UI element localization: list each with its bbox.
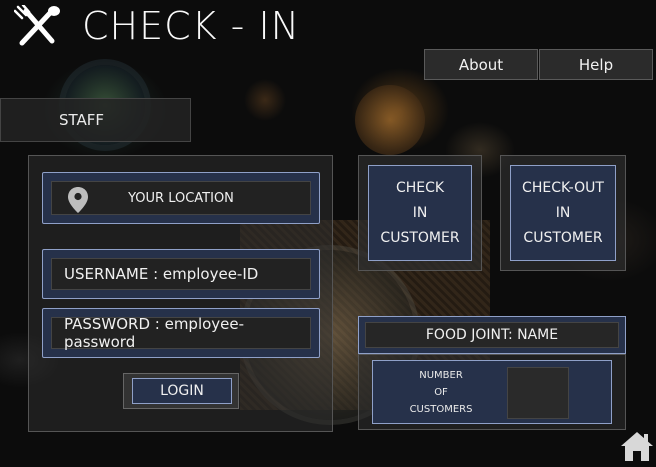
- check-out-line-1: CHECK-OUT: [522, 179, 604, 196]
- home-icon[interactable]: [620, 429, 654, 463]
- count-label-line-1: NUMBER: [419, 370, 463, 381]
- food-joint-name-label: FOOD JOINT: NAME: [365, 322, 619, 348]
- check-out-frame: CHECK-OUT IN CUSTOMER: [500, 155, 626, 271]
- header: CHECK - IN: [14, 4, 300, 48]
- bg-sauce-bowl: [355, 85, 425, 155]
- fork-spoon-icon: [14, 5, 60, 46]
- location-button[interactable]: YOUR LOCATION: [42, 172, 320, 224]
- map-pin-icon: [68, 187, 88, 213]
- count-label-line-3: CUSTOMERS: [409, 404, 473, 415]
- staff-tab[interactable]: STAFF: [0, 98, 191, 142]
- password-field[interactable]: PASSWORD : employee-password: [42, 308, 320, 358]
- food-joint-name-field[interactable]: FOOD JOINT: NAME: [358, 316, 626, 354]
- username-input[interactable]: USERNAME : employee-ID: [51, 258, 311, 290]
- check-in-frame: CHECK IN CUSTOMER: [358, 155, 482, 271]
- check-in-customer-button[interactable]: CHECK IN CUSTOMER: [368, 165, 472, 261]
- check-in-line-3: CUSTOMER: [380, 229, 460, 246]
- help-button[interactable]: Help: [539, 49, 653, 80]
- check-in-line-2: IN: [412, 204, 428, 221]
- customer-count-value: [507, 367, 569, 419]
- username-field[interactable]: USERNAME : employee-ID: [42, 249, 320, 299]
- check-in-line-1: CHECK: [395, 179, 445, 196]
- location-inner: YOUR LOCATION: [51, 181, 311, 215]
- password-input[interactable]: PASSWORD : employee-password: [51, 315, 311, 351]
- location-label: YOUR LOCATION: [128, 190, 234, 206]
- customer-count-label: NUMBER OF CUSTOMERS: [401, 367, 481, 418]
- login-button-frame: LOGIN: [123, 373, 239, 409]
- page-title: CHECK - IN: [82, 4, 301, 48]
- check-out-customer-button[interactable]: CHECK-OUT IN CUSTOMER: [510, 165, 616, 261]
- customer-count-box: NUMBER OF CUSTOMERS: [372, 360, 612, 424]
- login-button[interactable]: LOGIN: [132, 378, 232, 404]
- count-label-line-2: OF: [434, 387, 448, 398]
- about-button[interactable]: About: [424, 49, 538, 80]
- check-out-line-2: IN: [555, 204, 571, 221]
- check-out-line-3: CUSTOMER: [523, 229, 603, 246]
